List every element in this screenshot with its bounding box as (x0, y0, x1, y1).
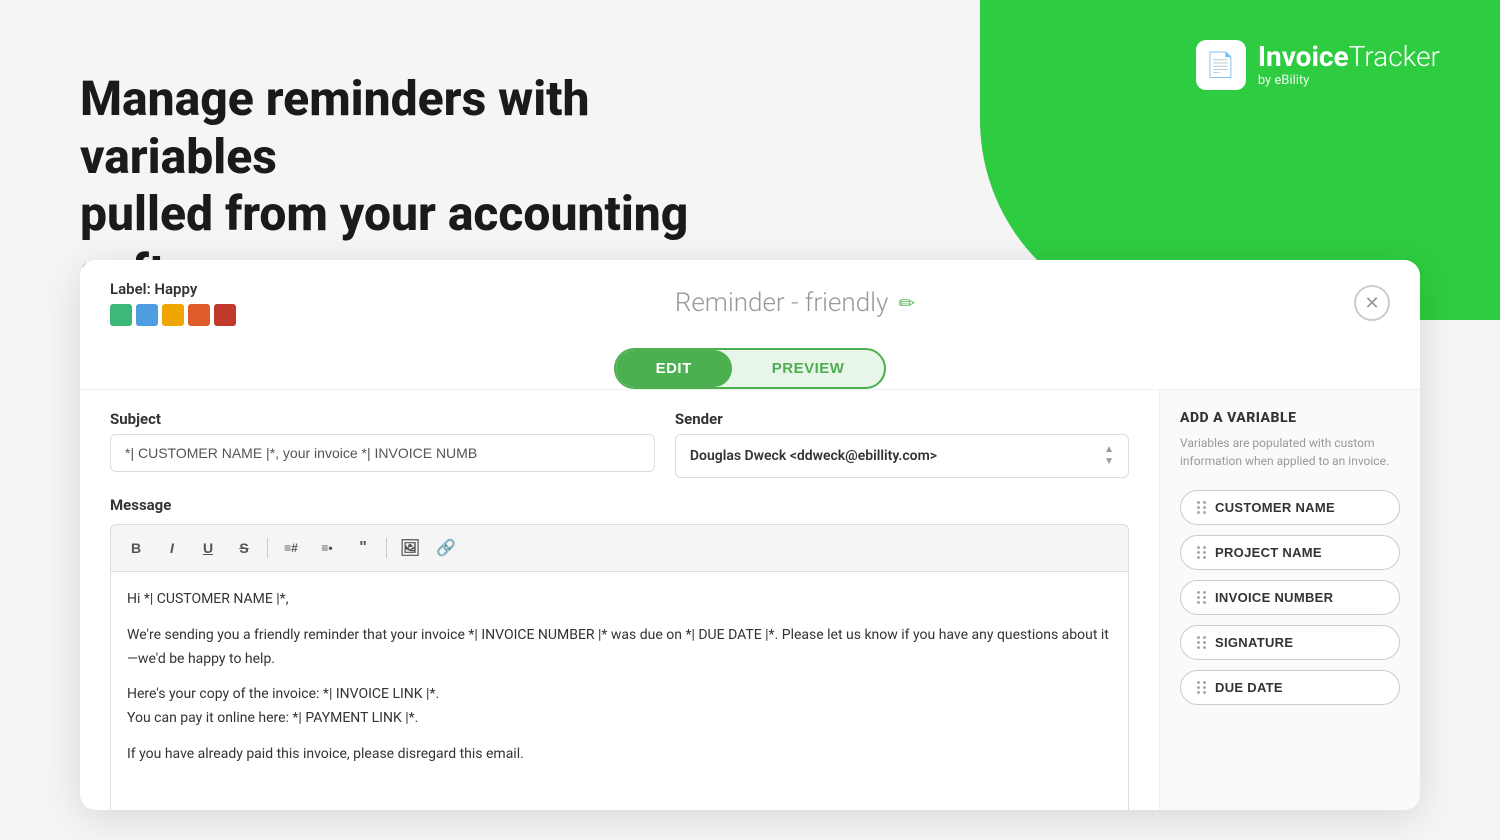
add-variable-title: ADD A VARIABLE (1180, 410, 1400, 426)
drag-dots-icon (1197, 591, 1207, 604)
logo-text-block: InvoiceTracker by eBility (1258, 42, 1440, 88)
variable-label: PROJECT NAME (1215, 545, 1322, 560)
variable-invoice-number[interactable]: INVOICE NUMBER (1180, 580, 1400, 615)
message-toolbar: B I U S ≡# ≡• " 🖼 🔗 (110, 524, 1129, 571)
label-area: Label: Happy (110, 280, 236, 326)
variable-due-date[interactable]: DUE DATE (1180, 670, 1400, 705)
sender-group: Sender Douglas Dweck <ddweck@ebillity.co… (675, 410, 1129, 478)
link-button[interactable]: 🔗 (431, 533, 461, 563)
tab-edit[interactable]: EDIT (616, 350, 732, 387)
color-swatches (110, 304, 236, 326)
swatch-yellow[interactable] (162, 304, 184, 326)
underline-button[interactable]: U (193, 533, 223, 563)
reminder-title: Reminder - friendly (675, 288, 889, 318)
drag-dots-icon (1197, 546, 1207, 559)
tabs-row: EDIT PREVIEW (110, 340, 1390, 389)
sender-value: Douglas Dweck <ddweck@ebillity.com> (690, 448, 937, 464)
card-body: Subject Sender Douglas Dweck <ddweck@ebi… (80, 390, 1420, 810)
logo-area: 📄 InvoiceTracker by eBility (1196, 40, 1440, 90)
swatch-orange[interactable] (188, 304, 210, 326)
variable-project-name[interactable]: PROJECT NAME (1180, 535, 1400, 570)
swatch-red[interactable] (214, 304, 236, 326)
reminder-title-area: Reminder - friendly ✏ (675, 288, 915, 318)
subject-group: Subject (110, 410, 655, 478)
main-panel: Subject Sender Douglas Dweck <ddweck@ebi… (80, 390, 1160, 810)
edit-pencil-icon[interactable]: ✏ (898, 291, 915, 315)
variable-label: INVOICE NUMBER (1215, 590, 1333, 605)
message-body[interactable]: Hi *| CUSTOMER NAME |*, We're sending yo… (110, 571, 1129, 810)
subject-input[interactable] (110, 434, 655, 472)
variable-signature[interactable]: SIGNATURE (1180, 625, 1400, 660)
chevron-updown-icon: ▲ ▼ (1104, 445, 1114, 467)
ordered-list-button[interactable]: ≡# (276, 533, 306, 563)
subject-label: Subject (110, 410, 655, 428)
variables-panel: ADD A VARIABLE Variables are populated w… (1160, 390, 1420, 810)
tab-preview[interactable]: PREVIEW (732, 350, 885, 387)
tab-toggle: EDIT PREVIEW (614, 348, 887, 389)
bold-button[interactable]: B (121, 533, 151, 563)
image-button[interactable]: 🖼 (395, 533, 425, 563)
quote-button[interactable]: " (348, 533, 378, 563)
toolbar-separator-1 (267, 538, 268, 558)
strikethrough-button[interactable]: S (229, 533, 259, 563)
modal-card: Label: Happy Reminder - friendly ✏ ✕ (80, 260, 1420, 810)
card-header: Label: Happy Reminder - friendly ✏ ✕ (80, 260, 1420, 390)
unordered-list-button[interactable]: ≡• (312, 533, 342, 563)
drag-dots-icon (1197, 681, 1207, 694)
italic-button[interactable]: I (157, 533, 187, 563)
variable-label: CUSTOMER NAME (1215, 500, 1335, 515)
message-label: Message (110, 496, 1129, 514)
drag-dots-icon (1197, 501, 1207, 514)
swatch-blue[interactable] (136, 304, 158, 326)
logo-icon: 📄 (1196, 40, 1246, 90)
logo-name: InvoiceTracker (1258, 42, 1440, 73)
card-header-top: Label: Happy Reminder - friendly ✏ ✕ (110, 280, 1390, 326)
swatch-green[interactable] (110, 304, 132, 326)
add-variable-desc: Variables are populated with custom info… (1180, 434, 1400, 470)
message-section: Message B I U S ≡# ≡• " 🖼 🔗 Hi (110, 496, 1129, 810)
sender-label: Sender (675, 410, 1129, 428)
label-text: Label: Happy (110, 280, 236, 298)
close-button[interactable]: ✕ (1354, 285, 1390, 321)
logo-sub: by eBility (1258, 73, 1440, 88)
variable-customer-name[interactable]: CUSTOMER NAME (1180, 490, 1400, 525)
toolbar-separator-2 (386, 538, 387, 558)
drag-dots-icon (1197, 636, 1207, 649)
variable-label: DUE DATE (1215, 680, 1283, 695)
form-row: Subject Sender Douglas Dweck <ddweck@ebi… (110, 410, 1129, 478)
variable-label: SIGNATURE (1215, 635, 1293, 650)
sender-select[interactable]: Douglas Dweck <ddweck@ebillity.com> ▲ ▼ (675, 434, 1129, 478)
close-icon: ✕ (1364, 293, 1379, 314)
